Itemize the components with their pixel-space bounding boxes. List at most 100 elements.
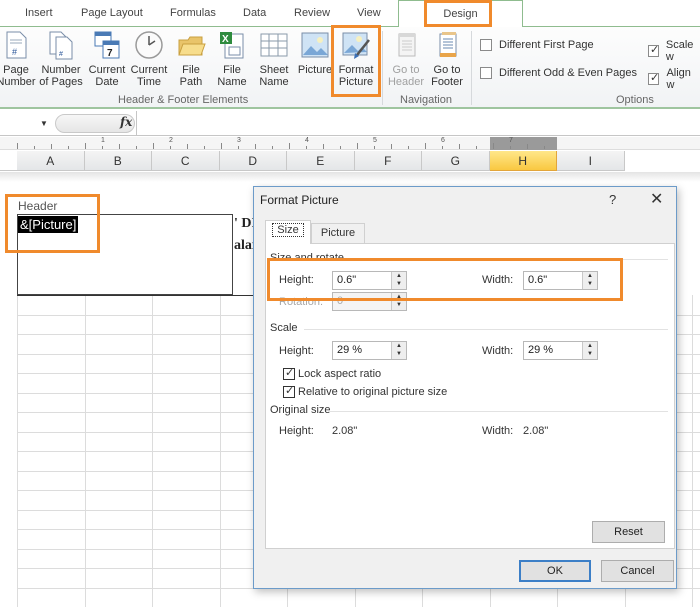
tab-formulas[interactable]: Formulas [170,7,216,19]
spinner-arrows-icon[interactable]: ▲ ▼ [391,342,406,359]
ruler-number: 6 [441,137,445,144]
lock-aspect-ratio-checkbox[interactable]: Lock aspect ratio [283,366,381,380]
close-icon[interactable]: ✕ [650,189,663,209]
original-height-value: 2.08" [332,425,358,437]
ruler-number: 2 [169,137,173,144]
checkbox-box[interactable] [480,39,492,51]
relative-to-original-checkbox[interactable]: Relative to original picture size [283,384,447,398]
checkbox-box[interactable] [648,43,659,57]
original-width-value: 2.08" [523,425,549,437]
reset-button[interactable]: Reset [592,521,665,543]
ruler-tick [408,146,409,149]
checkbox-box[interactable] [648,71,660,85]
formula-bar: ▼ fx [0,111,700,136]
ruler-tick [476,146,477,149]
ok-button[interactable]: OK [519,560,591,582]
ruler-number: 7 [509,137,513,144]
current-time-button[interactable]: Current Time [129,30,169,88]
navigation-group-label: Navigation [400,94,452,106]
page-gap [0,172,700,182]
group-separator [382,31,383,105]
group-separator [471,31,472,105]
options-group-label: Options [616,94,654,106]
insert-function-icon[interactable]: fx [120,115,132,129]
current-date-button[interactable]: 7 Current Date [87,30,127,88]
page-number-icon: # [1,30,31,60]
ruler-tick [68,146,69,149]
column-header-h[interactable]: H [489,151,557,171]
original-height-label: Height: [279,425,314,437]
formula-input[interactable] [136,111,700,136]
picture-icon [300,30,330,60]
design-tab-highlight [424,0,492,27]
folder-icon [176,30,206,60]
column-header-d[interactable]: D [219,151,287,171]
original-size-section-label: Original size [270,404,331,416]
header-footer-elements-group-label: Header & Footer Elements [118,94,249,106]
column-header-a[interactable]: A [17,151,85,171]
column-header-g[interactable]: G [422,151,490,171]
section-divider [304,329,668,330]
tab-picture[interactable]: Picture [311,223,365,243]
column-header-i[interactable]: I [557,151,625,171]
ruler-tick [425,143,426,149]
tab-size[interactable]: Size [265,220,311,244]
svg-text:X: X [222,34,229,45]
select-all-corner[interactable] [0,151,17,171]
ruler-tick [187,144,188,149]
scale-width-label: Width: [482,345,514,357]
cancel-button[interactable]: Cancel [601,560,674,582]
number-of-pages-button[interactable]: # Number of Pages [38,30,84,88]
checkbox-box[interactable] [283,366,295,380]
ruler-number: 5 [373,137,377,144]
format-picture-dialog: Format Picture ? ✕ Size Picture Size and… [253,186,677,589]
help-button[interactable]: ? [609,192,616,207]
go-to-header-button[interactable]: Go to Header [386,30,426,88]
ruler-tick [391,144,392,149]
file-name-button[interactable]: X File Name [214,30,250,88]
svg-text:#: # [59,51,63,58]
tab-data[interactable]: Data [243,7,266,19]
scale-section-label: Scale [270,322,298,334]
ruler-number: 4 [305,137,309,144]
column-header-b[interactable]: B [84,151,152,171]
go-to-footer-icon [432,30,462,60]
ruler-tick [459,144,460,149]
tab-page-layout[interactable]: Page Layout [81,7,143,19]
ruler-tick [323,144,324,149]
go-to-footer-button[interactable]: Go to Footer [427,30,467,88]
different-first-page-checkbox[interactable]: Different First Page [480,39,594,51]
spinner-arrows-icon[interactable]: ▲ ▼ [582,342,597,359]
picture-button[interactable]: Picture [296,30,334,76]
column-header-c[interactable]: C [152,151,220,171]
tab-review[interactable]: Review [294,7,330,19]
ruler-tick [85,143,86,149]
tab-insert[interactable]: Insert [25,7,53,19]
scale-with-document-checkbox[interactable]: Scale w [648,39,700,63]
align-with-margins-checkbox[interactable]: Align w [648,67,700,91]
ruler-tick [340,146,341,149]
name-box-dropdown-icon[interactable]: ▼ [40,119,48,128]
ruler-tick [510,146,511,149]
checkbox-box[interactable] [283,384,295,398]
sheet-name-button[interactable]: Sheet Name [256,30,292,88]
ruler-tick [204,146,205,149]
different-odd-even-pages-checkbox[interactable]: Different Odd & Even Pages [480,67,637,79]
header-divider [17,295,257,296]
ruler-tick [102,146,103,149]
scale-height-label: Height: [279,345,314,357]
scale-height-spinner[interactable]: 29 % ▲ ▼ [332,341,407,360]
checkbox-box[interactable] [480,67,492,79]
calendar-icon: 7 [92,30,122,60]
tab-view[interactable]: View [357,7,381,19]
page-number-button[interactable]: # Page Number [0,30,36,88]
file-path-button[interactable]: File Path [173,30,209,88]
ruler-tick [51,144,52,149]
excel-file-icon: X [217,30,247,60]
scale-width-spinner[interactable]: 29 % ▲ ▼ [523,341,598,360]
ruler-tick [119,144,120,149]
ruler-tick [306,146,307,149]
column-header-f[interactable]: F [354,151,422,171]
column-header-e[interactable]: E [287,151,355,171]
ruler-tick [544,146,545,149]
